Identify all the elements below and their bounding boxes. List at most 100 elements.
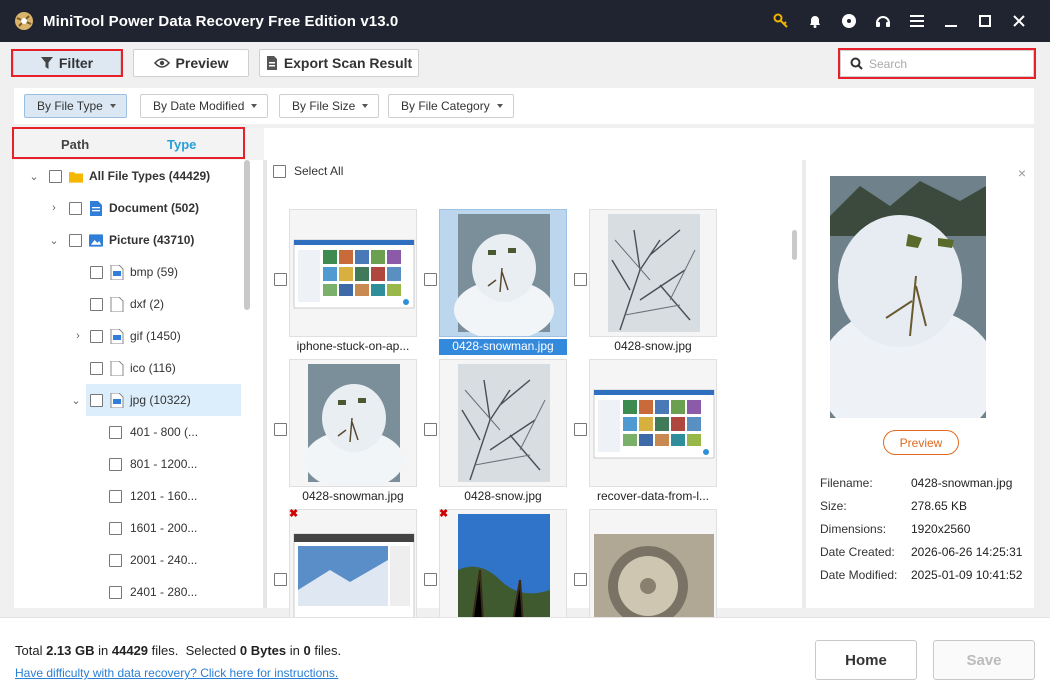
search-input[interactable] <box>869 56 1029 71</box>
tree-scrollbar[interactable] <box>244 160 250 310</box>
title-bar: MiniTool Power Data Recovery Free Editio… <box>0 0 1050 42</box>
file-checkbox[interactable] <box>574 423 587 436</box>
filter-button[interactable]: Filter <box>13 49 121 77</box>
tree-item-size-bucket[interactable]: 1201 - 160... <box>109 480 197 512</box>
checkbox[interactable] <box>109 553 122 567</box>
checkbox[interactable] <box>69 201 82 215</box>
file-checkbox[interactable] <box>424 273 437 286</box>
file-checkbox[interactable] <box>274 273 287 286</box>
search-box[interactable] <box>840 50 1034 77</box>
tree-item-document[interactable]: › Document (502) <box>46 192 199 224</box>
tree-item-size-bucket[interactable]: 801 - 1200... <box>109 448 197 480</box>
file-name: recover-data-from-l... <box>596 489 710 503</box>
filter-by-file-size[interactable]: By File Size <box>279 94 380 118</box>
chevron-down-icon[interactable]: ⌄ <box>46 234 62 247</box>
home-button[interactable]: Home <box>815 640 917 680</box>
tree-item-size-bucket[interactable]: 2401 - 280... <box>109 576 197 608</box>
tab-path[interactable]: Path <box>61 137 89 152</box>
key-icon[interactable] <box>764 0 798 42</box>
maximize-icon[interactable] <box>968 0 1002 42</box>
select-all-checkbox[interactable] <box>273 164 286 178</box>
checkbox[interactable] <box>69 233 82 247</box>
tree-item-jpg[interactable]: jpg (10322) <box>86 384 241 416</box>
thumbnail-image[interactable] <box>589 209 717 337</box>
preview-image <box>830 176 986 418</box>
filter-by-file-category[interactable]: By File Category <box>388 94 514 118</box>
help-link[interactable]: Have difficulty with data recovery? Clic… <box>15 666 338 680</box>
thumbnail-image[interactable] <box>439 209 567 337</box>
minimize-icon[interactable] <box>934 0 968 42</box>
chevron-down-icon[interactable]: ⌄ <box>26 170 42 183</box>
tab-type[interactable]: Type <box>167 137 196 152</box>
view-tabs: Path Type <box>14 128 264 160</box>
detail-label: Filename: <box>820 476 873 490</box>
menu-icon[interactable] <box>900 0 934 42</box>
checkbox[interactable] <box>90 361 103 375</box>
save-button[interactable]: Save <box>933 640 1035 680</box>
file-checkbox[interactable] <box>574 573 587 586</box>
file-checkbox[interactable] <box>424 573 437 586</box>
tree-item-all-file-types[interactable]: ⌄ All File Types (44429) <box>26 160 210 192</box>
filter-by-date-modified[interactable]: By Date Modified <box>140 94 269 118</box>
detail-label: Date Created: <box>820 545 895 559</box>
tree-item-picture[interactable]: ⌄ Picture (43710) <box>46 224 194 256</box>
checkbox[interactable] <box>109 489 122 503</box>
checkbox[interactable] <box>109 521 122 535</box>
disc-icon[interactable] <box>832 0 866 42</box>
total-prefix: Total <box>15 643 43 658</box>
file-checkbox[interactable] <box>274 423 287 436</box>
file-checkbox[interactable] <box>424 423 437 436</box>
select-all-label: Select All <box>294 164 344 178</box>
checkbox[interactable] <box>49 169 62 183</box>
total-size: 2.13 GB <box>46 643 95 658</box>
select-all[interactable]: Select All <box>273 164 343 178</box>
file-checkbox[interactable] <box>274 573 287 586</box>
thumbnail-image[interactable] <box>439 359 567 487</box>
tree-item-label: ico (116) <box>130 361 176 375</box>
checkbox[interactable] <box>109 425 122 439</box>
grid-scrollbar[interactable] <box>792 230 797 260</box>
details-preview-button[interactable]: Preview <box>883 430 959 455</box>
thumbnail-image[interactable] <box>289 359 417 487</box>
image-file-icon <box>110 328 124 344</box>
tree-item-size-bucket[interactable]: 2001 - 240... <box>109 544 197 576</box>
checkbox[interactable] <box>90 393 103 407</box>
date-modified-value: 2025-01-09 10:41:52 <box>911 568 1023 582</box>
tree-item-ico[interactable]: ico (116) <box>90 352 176 384</box>
headset-icon[interactable] <box>866 0 900 42</box>
close-icon[interactable] <box>1002 0 1036 42</box>
tree-item-size-bucket[interactable]: 1601 - 200... <box>109 512 197 544</box>
tree-item-label: 2401 - 280... <box>130 585 198 599</box>
checkbox[interactable] <box>90 329 103 343</box>
chevron-down-icon[interactable]: ⌄ <box>68 384 84 416</box>
file-checkbox[interactable] <box>574 273 587 286</box>
panel-divider[interactable] <box>263 160 267 608</box>
footer: Total 2.13 GB in 44429 files. Selected 0… <box>0 617 1050 700</box>
checkbox[interactable] <box>90 297 103 311</box>
close-icon[interactable]: × <box>1018 165 1026 181</box>
tree-item-bmp[interactable]: bmp (59) <box>90 256 178 288</box>
bell-icon[interactable] <box>798 0 832 42</box>
export-scan-result-button[interactable]: Export Scan Result <box>259 49 419 77</box>
chevron-right-icon[interactable]: › <box>70 330 86 342</box>
checkbox[interactable] <box>109 457 122 471</box>
app-title: MiniTool Power Data Recovery Free Editio… <box>43 12 399 30</box>
preview-button[interactable]: Preview <box>133 49 249 77</box>
chevron-right-icon[interactable]: › <box>46 202 62 214</box>
tree-item-gif[interactable]: › gif (1450) <box>70 320 181 352</box>
chevron-down-icon <box>362 104 369 108</box>
tree-item-dxf[interactable]: dxf (2) <box>90 288 164 320</box>
thumbnail-image[interactable] <box>589 359 717 487</box>
tree-item-label: 1601 - 200... <box>130 521 198 535</box>
date-created-value: 2026-06-26 14:25:31 <box>911 545 1023 559</box>
checkbox[interactable] <box>90 265 103 279</box>
main-panel: Path Type ⌄ All File Types (44429) › Doc… <box>14 128 1034 637</box>
tree-item-size-bucket[interactable]: 401 - 800 (... <box>109 416 198 448</box>
size-value: 278.65 KB <box>911 499 968 513</box>
checkbox[interactable] <box>109 585 122 599</box>
filter-by-file-type[interactable]: By File Type <box>24 94 127 118</box>
selected-files: 0 <box>303 643 311 658</box>
tree-item-label: Document (502) <box>109 201 200 215</box>
tree-item-label: dxf (2) <box>130 297 165 311</box>
thumbnail-image[interactable] <box>289 209 417 337</box>
